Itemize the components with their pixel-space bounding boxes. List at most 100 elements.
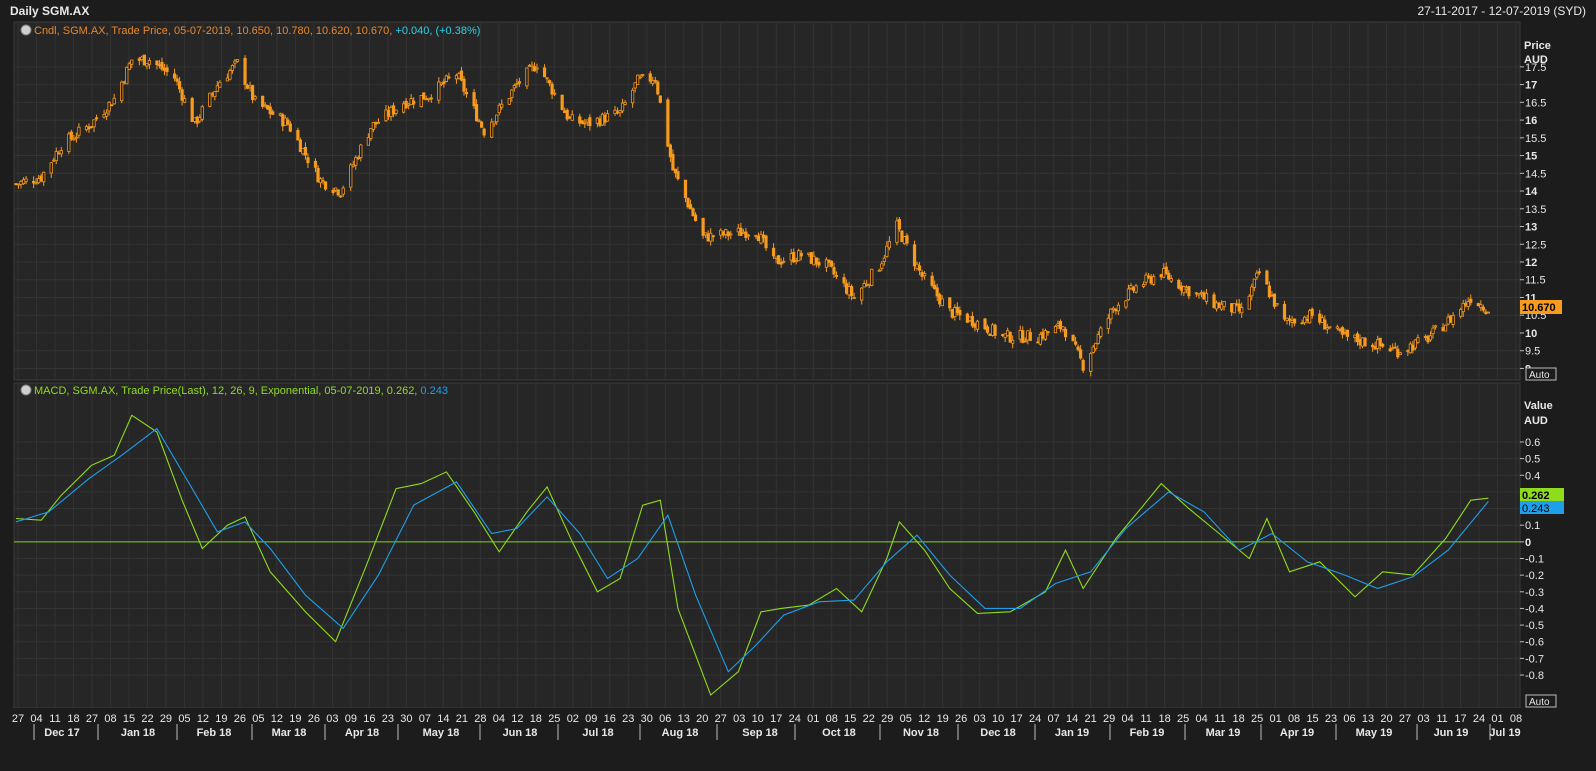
macd-tick-label: -0.1 (1525, 553, 1544, 565)
price-tick-label: 16 (1525, 115, 1537, 127)
candle (243, 55, 247, 90)
candle (208, 92, 212, 108)
month-label: Dec 18 (980, 727, 1015, 739)
candle (560, 94, 564, 111)
candle (701, 217, 705, 239)
day-tick-label: 18 (1158, 713, 1170, 725)
price-auto-button[interactable]: Auto (1525, 367, 1557, 381)
day-tick-label: 19 (289, 713, 301, 725)
day-tick-label: 05 (252, 713, 264, 725)
day-tick-label: 11 (1140, 713, 1151, 725)
candle (1449, 314, 1453, 323)
day-tick-label: 04 (1195, 713, 1207, 725)
candle (1217, 301, 1221, 309)
candle (142, 54, 146, 66)
signal-value: 0.243 (1522, 503, 1550, 515)
candle (636, 74, 640, 85)
macd-tick-label: -0.7 (1525, 653, 1544, 665)
macd-auto-button[interactable]: Auto (1525, 694, 1557, 708)
day-tick-label: 29 (881, 713, 893, 725)
candle (1043, 328, 1048, 341)
day-tick-label: 03 (326, 713, 338, 725)
day-tick-label: 03 (1417, 713, 1429, 725)
day-tick-label: 09 (345, 713, 357, 725)
day-tick-label: 18 (530, 713, 542, 725)
candle (656, 80, 660, 96)
day-tick-label: 07 (419, 713, 431, 725)
day-tick-label: 15 (844, 713, 856, 725)
candle (200, 104, 204, 122)
day-tick-label: 25 (548, 713, 560, 725)
candle (666, 97, 670, 148)
day-tick-label: 19 (937, 713, 949, 725)
day-tick-label: 12 (511, 713, 523, 725)
price-tick-label: 12 (1525, 257, 1537, 269)
candle (777, 255, 781, 265)
day-tick-label: 12 (197, 713, 209, 725)
month-label: May 18 (423, 727, 460, 739)
candle (1363, 336, 1367, 347)
candle (950, 308, 954, 319)
day-tick-label: 11 (1214, 713, 1225, 725)
macd-tick-label: 0 (1525, 537, 1531, 549)
day-tick-label: 22 (141, 713, 153, 725)
day-tick-label: 10 (992, 713, 1004, 725)
macd-legend-icon[interactable] (20, 384, 32, 396)
day-tick-label: 26 (308, 713, 320, 725)
candle (125, 66, 129, 85)
day-tick-label: 08 (1288, 713, 1300, 725)
day-tick-label: 24 (1473, 713, 1485, 725)
month-label: Jan 19 (1055, 727, 1089, 739)
last-price-value: 10.670 (1522, 302, 1556, 314)
candle (1212, 292, 1216, 309)
candle (67, 131, 71, 155)
price-tick-label: 13.5 (1525, 204, 1546, 216)
day-tick-label: 10 (752, 713, 764, 725)
candle (600, 112, 605, 126)
month-label: Nov 18 (903, 727, 939, 739)
day-tick-label: 21 (456, 713, 468, 725)
day-tick-label: 04 (493, 713, 505, 725)
chart-canvas: 99.51010.51111.51212.51313.51414.51515.5… (12, 21, 1564, 748)
day-tick-label: 11 (1436, 713, 1447, 725)
day-tick-label: 23 (1325, 713, 1337, 725)
candle (809, 251, 813, 264)
candle (1443, 324, 1448, 332)
day-tick-label: 07 (1048, 713, 1060, 725)
day-tick-label: 26 (955, 713, 967, 725)
price-legend-icon[interactable] (20, 24, 32, 36)
day-tick-label: 15 (123, 713, 135, 725)
candle (1071, 334, 1075, 342)
day-tick-label: 15 (1306, 713, 1318, 725)
day-tick-label: 27 (1399, 713, 1411, 725)
macd-tick-label: -0.8 (1525, 670, 1544, 682)
month-label: Oct 18 (822, 727, 856, 739)
macd-tick-label: -0.4 (1525, 603, 1544, 615)
day-tick-label: 29 (160, 713, 172, 725)
day-tick-label: 28 (474, 713, 486, 725)
day-tick-label: 09 (585, 713, 597, 725)
day-tick-label: 23 (622, 713, 634, 725)
day-tick-label: 12 (271, 713, 283, 725)
day-tick-label: 01 (807, 713, 819, 725)
day-tick-label: 19 (215, 713, 227, 725)
candle (988, 333, 992, 336)
day-tick-label: 30 (641, 713, 653, 725)
candle (580, 119, 584, 125)
day-tick-label: 24 (1029, 713, 1041, 725)
macd-value: 0.262 (1522, 490, 1550, 502)
day-tick-label: 21 (1085, 713, 1097, 725)
svg-text:Auto: Auto (1529, 370, 1550, 381)
day-tick-label: 17 (1011, 713, 1023, 725)
candle (895, 217, 899, 246)
day-tick-label: 18 (1232, 713, 1244, 725)
candle (983, 317, 987, 331)
price-legend: Cndl, SGM.AX, Trade Price, 05-07-2019, 1… (34, 25, 480, 37)
macd-tick-label: -0.2 (1525, 570, 1544, 582)
price-tick-label: 10 (1525, 328, 1537, 340)
day-tick-label: 20 (696, 713, 708, 725)
month-label: Apr 18 (345, 727, 379, 739)
day-tick-label: 27 (12, 713, 24, 725)
day-tick-label: 20 (1380, 713, 1392, 725)
day-tick-label: 06 (1343, 713, 1355, 725)
